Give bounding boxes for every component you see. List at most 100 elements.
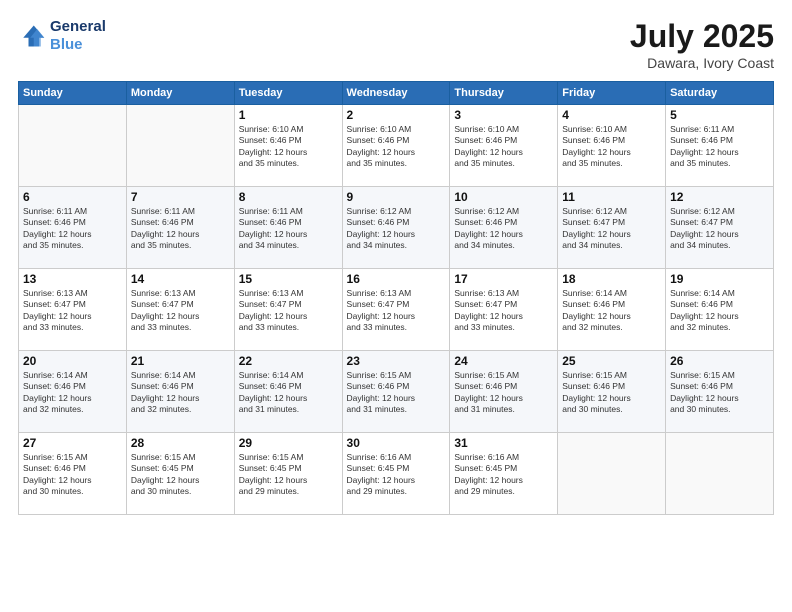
calendar-cell: 2 Sunrise: 6:10 AM Sunset: 6:46 PM Daylig… xyxy=(342,105,450,187)
logo-icon xyxy=(18,22,46,50)
col-header-monday: Monday xyxy=(126,82,234,105)
month-title: July 2025 xyxy=(630,18,774,55)
cell-content: Sunrise: 6:13 AM Sunset: 6:47 PM Dayligh… xyxy=(347,288,446,334)
header: General Blue July 2025 Dawara, Ivory Coa… xyxy=(18,18,774,71)
day-number: 20 xyxy=(23,354,122,368)
calendar-cell: 19Sunrise: 6:14 AM Sunset: 6:46 PM Dayli… xyxy=(666,269,774,351)
cell-content: Sunrise: 6:11 AM Sunset: 6:46 PM Dayligh… xyxy=(670,124,769,170)
cell-content: Sunrise: 6:11 AM Sunset: 6:46 PM Dayligh… xyxy=(239,206,338,252)
week-row-1: 1 Sunrise: 6:10 AM Sunset: 6:46 PM Daylig… xyxy=(19,105,774,187)
day-number: 7 xyxy=(131,190,230,204)
calendar-cell: 26 Sunrise: 6:15 AM Sunset: 6:46 PM Dayli… xyxy=(666,351,774,433)
calendar-cell: 13 Sunrise: 6:13 AM Sunset: 6:47 PM Dayli… xyxy=(19,269,127,351)
col-header-tuesday: Tuesday xyxy=(234,82,342,105)
cell-content: Sunrise: 6:15 AM Sunset: 6:46 PM Dayligh… xyxy=(562,370,661,416)
calendar-cell: 15 Sunrise: 6:13 AM Sunset: 6:47 PM Dayli… xyxy=(234,269,342,351)
day-number: 22 xyxy=(239,354,338,368)
logo-line1: General xyxy=(50,18,106,36)
cell-content: Sunrise: 6:16 AM Sunset: 6:45 PM Dayligh… xyxy=(454,452,553,498)
day-number: 28 xyxy=(131,436,230,450)
day-number: 21 xyxy=(131,354,230,368)
cell-content: Sunrise: 6:14 AM Sunset: 6:46 PM Dayligh… xyxy=(239,370,338,416)
day-number: 23 xyxy=(347,354,446,368)
logo-text: General Blue xyxy=(50,18,106,54)
col-header-saturday: Saturday xyxy=(666,82,774,105)
week-row-2: 6 Sunrise: 6:11 AM Sunset: 6:46 PM Daylig… xyxy=(19,187,774,269)
cell-content: Sunrise: 6:12 AM Sunset: 6:47 PM Dayligh… xyxy=(670,206,769,252)
calendar-cell: 17Sunrise: 6:13 AM Sunset: 6:47 PM Dayli… xyxy=(450,269,558,351)
calendar-cell: 25 Sunrise: 6:15 AM Sunset: 6:46 PM Dayli… xyxy=(558,351,666,433)
cell-content: Sunrise: 6:16 AM Sunset: 6:45 PM Dayligh… xyxy=(347,452,446,498)
calendar-cell: 4Sunrise: 6:10 AM Sunset: 6:46 PM Daylig… xyxy=(558,105,666,187)
cell-content: Sunrise: 6:15 AM Sunset: 6:46 PM Dayligh… xyxy=(454,370,553,416)
calendar-cell: 27 Sunrise: 6:15 AM Sunset: 6:46 PM Dayli… xyxy=(19,433,127,515)
logo-line2: Blue xyxy=(50,36,106,54)
col-header-sunday: Sunday xyxy=(19,82,127,105)
day-number: 15 xyxy=(239,272,338,286)
day-number: 25 xyxy=(562,354,661,368)
cell-content: Sunrise: 6:12 AM Sunset: 6:46 PM Dayligh… xyxy=(347,206,446,252)
day-number: 2 xyxy=(347,108,446,122)
cell-content: Sunrise: 6:14 AM Sunset: 6:46 PM Dayligh… xyxy=(131,370,230,416)
calendar-cell: 16 Sunrise: 6:13 AM Sunset: 6:47 PM Dayli… xyxy=(342,269,450,351)
day-number: 26 xyxy=(670,354,769,368)
calendar-cell: 18 Sunrise: 6:14 AM Sunset: 6:46 PM Dayli… xyxy=(558,269,666,351)
calendar-cell: 22 Sunrise: 6:14 AM Sunset: 6:46 PM Dayli… xyxy=(234,351,342,433)
calendar-table: SundayMondayTuesdayWednesdayThursdayFrid… xyxy=(18,81,774,515)
day-number: 1 xyxy=(239,108,338,122)
calendar-cell: 5 Sunrise: 6:11 AM Sunset: 6:46 PM Daylig… xyxy=(666,105,774,187)
day-number: 14 xyxy=(131,272,230,286)
week-row-4: 20 Sunrise: 6:14 AM Sunset: 6:46 PM Dayli… xyxy=(19,351,774,433)
day-number: 4 xyxy=(562,108,661,122)
day-number: 18 xyxy=(562,272,661,286)
cell-content: Sunrise: 6:15 AM Sunset: 6:46 PM Dayligh… xyxy=(670,370,769,416)
calendar-cell: 30 Sunrise: 6:16 AM Sunset: 6:45 PM Dayli… xyxy=(342,433,450,515)
cell-content: Sunrise: 6:11 AM Sunset: 6:46 PM Dayligh… xyxy=(23,206,122,252)
calendar-cell: 11Sunrise: 6:12 AM Sunset: 6:47 PM Dayli… xyxy=(558,187,666,269)
day-number: 6 xyxy=(23,190,122,204)
calendar-cell: 23 Sunrise: 6:15 AM Sunset: 6:46 PM Dayli… xyxy=(342,351,450,433)
day-number: 30 xyxy=(347,436,446,450)
day-number: 13 xyxy=(23,272,122,286)
week-row-5: 27 Sunrise: 6:15 AM Sunset: 6:46 PM Dayli… xyxy=(19,433,774,515)
calendar-cell xyxy=(558,433,666,515)
title-block: July 2025 Dawara, Ivory Coast xyxy=(630,18,774,71)
day-number: 8 xyxy=(239,190,338,204)
cell-content: Sunrise: 6:14 AM Sunset: 6:46 PM Dayligh… xyxy=(562,288,661,334)
day-number: 16 xyxy=(347,272,446,286)
day-number: 24 xyxy=(454,354,553,368)
calendar-cell: 1 Sunrise: 6:10 AM Sunset: 6:46 PM Daylig… xyxy=(234,105,342,187)
calendar-cell xyxy=(19,105,127,187)
day-number: 10 xyxy=(454,190,553,204)
calendar-cell: 12 Sunrise: 6:12 AM Sunset: 6:47 PM Dayli… xyxy=(666,187,774,269)
cell-content: Sunrise: 6:10 AM Sunset: 6:46 PM Dayligh… xyxy=(347,124,446,170)
calendar-cell: 24 Sunrise: 6:15 AM Sunset: 6:46 PM Dayli… xyxy=(450,351,558,433)
calendar-page: General Blue July 2025 Dawara, Ivory Coa… xyxy=(0,0,792,612)
col-header-wednesday: Wednesday xyxy=(342,82,450,105)
logo: General Blue xyxy=(18,18,106,54)
calendar-cell: 21 Sunrise: 6:14 AM Sunset: 6:46 PM Dayli… xyxy=(126,351,234,433)
cell-content: Sunrise: 6:10 AM Sunset: 6:46 PM Dayligh… xyxy=(239,124,338,170)
calendar-cell: 20Sunrise: 6:14 AM Sunset: 6:46 PM Dayli… xyxy=(19,351,127,433)
calendar-cell: 8 Sunrise: 6:11 AM Sunset: 6:46 PM Daylig… xyxy=(234,187,342,269)
calendar-cell xyxy=(126,105,234,187)
cell-content: Sunrise: 6:11 AM Sunset: 6:46 PM Dayligh… xyxy=(131,206,230,252)
cell-content: Sunrise: 6:15 AM Sunset: 6:46 PM Dayligh… xyxy=(347,370,446,416)
cell-content: Sunrise: 6:13 AM Sunset: 6:47 PM Dayligh… xyxy=(239,288,338,334)
col-header-friday: Friday xyxy=(558,82,666,105)
day-number: 9 xyxy=(347,190,446,204)
calendar-cell: 9 Sunrise: 6:12 AM Sunset: 6:46 PM Daylig… xyxy=(342,187,450,269)
calendar-cell: 14Sunrise: 6:13 AM Sunset: 6:47 PM Dayli… xyxy=(126,269,234,351)
calendar-cell: 28 Sunrise: 6:15 AM Sunset: 6:45 PM Dayli… xyxy=(126,433,234,515)
day-number: 29 xyxy=(239,436,338,450)
day-number: 12 xyxy=(670,190,769,204)
day-number: 27 xyxy=(23,436,122,450)
cell-content: Sunrise: 6:15 AM Sunset: 6:45 PM Dayligh… xyxy=(131,452,230,498)
day-number: 3 xyxy=(454,108,553,122)
calendar-cell: 6 Sunrise: 6:11 AM Sunset: 6:46 PM Daylig… xyxy=(19,187,127,269)
cell-content: Sunrise: 6:13 AM Sunset: 6:47 PM Dayligh… xyxy=(23,288,122,334)
col-header-thursday: Thursday xyxy=(450,82,558,105)
cell-content: Sunrise: 6:15 AM Sunset: 6:45 PM Dayligh… xyxy=(239,452,338,498)
cell-content: Sunrise: 6:15 AM Sunset: 6:46 PM Dayligh… xyxy=(23,452,122,498)
day-number: 5 xyxy=(670,108,769,122)
